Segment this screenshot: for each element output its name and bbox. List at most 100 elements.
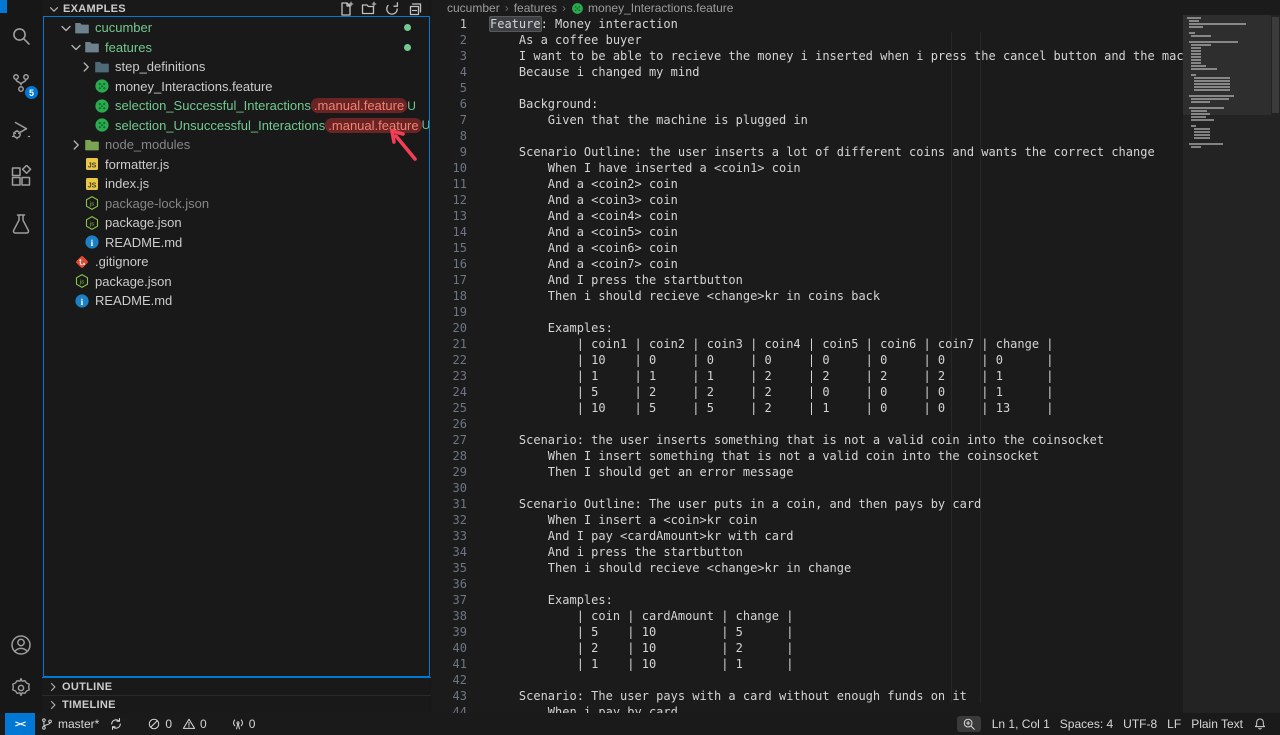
line-number[interactable]: 18 [431, 288, 477, 304]
tree-item-index-js[interactable]: JSindex.js [44, 174, 429, 194]
line-number[interactable]: 21 [431, 336, 477, 352]
encoding[interactable]: UTF-8 [1118, 713, 1162, 735]
code-line[interactable]: 26 [431, 416, 1183, 432]
code-line[interactable]: 42 [431, 672, 1183, 688]
tree-item--gitignore[interactable]: .gitignore [44, 252, 429, 272]
line-number[interactable]: 41 [431, 656, 477, 672]
screen-zoom[interactable] [957, 716, 981, 732]
line-number[interactable]: 17 [431, 272, 477, 288]
new-folder-icon[interactable] [361, 1, 377, 17]
code-line[interactable]: 20 Examples: [431, 320, 1183, 336]
tree-item-formatter-js[interactable]: JSformatter.js [44, 155, 429, 175]
line-number[interactable]: 22 [431, 352, 477, 368]
code-line[interactable]: 6 Background: [431, 96, 1183, 112]
tree-item-package-lock-json[interactable]: jspackage-lock.json [44, 194, 429, 214]
code-line[interactable]: 21 | coin1 | coin2 | coin3 | coin4 | coi… [431, 336, 1183, 352]
code-line[interactable]: 17 And I press the startbutton [431, 272, 1183, 288]
tree-item-package-json[interactable]: jspackage.json [44, 213, 429, 233]
indentation[interactable]: Spaces: 4 [1055, 713, 1118, 735]
code-line[interactable]: 35 Then i should recieve <change>kr in c… [431, 560, 1183, 576]
code-line[interactable]: 4 Because i changed my mind [431, 64, 1183, 80]
collapse-all-icon[interactable] [407, 1, 423, 17]
accounts-icon[interactable] [5, 629, 37, 661]
remote-indicator[interactable]: >< [5, 713, 35, 735]
line-number[interactable]: 6 [431, 96, 477, 112]
explorer-active-indicator[interactable] [0, 0, 7, 13]
line-number[interactable]: 7 [431, 112, 477, 128]
code-line[interactable]: 9 Scenario Outline: the user inserts a l… [431, 144, 1183, 160]
line-number[interactable]: 26 [431, 416, 477, 432]
line-number[interactable]: 39 [431, 624, 477, 640]
refresh-icon[interactable] [384, 1, 400, 17]
code-line[interactable]: 7 Given that the machine is plugged in [431, 112, 1183, 128]
tree-item-selection-successful-interactions[interactable]: selection_Successful_Interactions.manual… [44, 96, 429, 116]
tree-item-money-interactions-feature[interactable]: money_Interactions.feature [44, 77, 429, 97]
code-line[interactable]: 22 | 10 | 0 | 0 | 0 | 0 | 0 | 0 | 0 | [431, 352, 1183, 368]
line-number[interactable]: 29 [431, 464, 477, 480]
code-line[interactable]: 5 [431, 80, 1183, 96]
line-number[interactable]: 30 [431, 480, 477, 496]
line-number[interactable]: 2 [431, 32, 477, 48]
code-line[interactable]: 36 [431, 576, 1183, 592]
cursor-position[interactable]: Ln 1, Col 1 [987, 713, 1055, 735]
code-line[interactable]: 37 Examples: [431, 592, 1183, 608]
code-line[interactable]: 15 And a <coin6> coin [431, 240, 1183, 256]
run-debug-icon[interactable] [5, 114, 37, 146]
line-number[interactable]: 3 [431, 48, 477, 64]
code-line[interactable]: 41 | 1 | 10 | 1 | [431, 656, 1183, 672]
line-number[interactable]: 23 [431, 368, 477, 384]
warnings-count[interactable]: 0 [177, 713, 212, 735]
scrollbar-thumb[interactable] [1272, 17, 1279, 113]
code-line[interactable]: 11 And a <coin2> coin [431, 176, 1183, 192]
code-line[interactable]: 12 And a <coin3> coin [431, 192, 1183, 208]
code-line[interactable]: 23 | 1 | 1 | 1 | 2 | 2 | 2 | 2 | 1 | [431, 368, 1183, 384]
line-number[interactable]: 8 [431, 128, 477, 144]
minimap[interactable] [1183, 15, 1280, 713]
line-number[interactable]: 43 [431, 688, 477, 704]
code-line[interactable]: 25 | 10 | 5 | 5 | 2 | 1 | 0 | 0 | 13 | [431, 400, 1183, 416]
line-number[interactable]: 5 [431, 80, 477, 96]
line-number[interactable]: 12 [431, 192, 477, 208]
line-number[interactable]: 11 [431, 176, 477, 192]
new-file-icon[interactable] [338, 1, 354, 17]
line-number[interactable]: 10 [431, 160, 477, 176]
code-line[interactable]: 38 | coin | cardAmount | change | [431, 608, 1183, 624]
testing-icon[interactable] [5, 208, 37, 240]
notifications[interactable] [1248, 713, 1272, 735]
code-line[interactable]: 39 | 5 | 10 | 5 | [431, 624, 1183, 640]
code-line[interactable]: 27 Scenario: the user inserts something … [431, 432, 1183, 448]
code-line[interactable]: 14 And a <coin5> coin [431, 224, 1183, 240]
code-line[interactable]: 28 When I insert something that is not a… [431, 448, 1183, 464]
code-line[interactable]: 29 Then I should get an error message [431, 464, 1183, 480]
code-line[interactable]: 31 Scenario Outline: The user puts in a … [431, 496, 1183, 512]
source-control-icon[interactable]: 5 [5, 67, 37, 99]
branch-status[interactable]: master* [35, 713, 104, 735]
line-number[interactable]: 20 [431, 320, 477, 336]
tree-item-cucumber[interactable]: cucumber [44, 18, 429, 38]
code-line[interactable]: 24 | 5 | 2 | 2 | 2 | 0 | 0 | 0 | 1 | [431, 384, 1183, 400]
ports-status[interactable]: 0 [226, 713, 261, 735]
line-number[interactable]: 37 [431, 592, 477, 608]
line-number[interactable]: 38 [431, 608, 477, 624]
line-number[interactable]: 34 [431, 544, 477, 560]
line-number[interactable]: 44 [431, 704, 477, 713]
settings-icon[interactable] [5, 672, 37, 704]
line-number[interactable]: 25 [431, 400, 477, 416]
code-line[interactable]: 34 And i press the startbutton [431, 544, 1183, 560]
code-line[interactable]: 40 | 2 | 10 | 2 | [431, 640, 1183, 656]
tree-item-step-definitions[interactable]: step_definitions [44, 57, 429, 77]
code-area[interactable]: 1Feature: Money interaction2 As a coffee… [431, 16, 1183, 713]
code-line[interactable]: 10 When I have inserted a <coin1> coin [431, 160, 1183, 176]
code-line[interactable]: 1Feature: Money interaction [431, 16, 1183, 32]
line-number[interactable]: 19 [431, 304, 477, 320]
timeline-section[interactable]: TIMELINE [42, 695, 431, 713]
line-number[interactable]: 35 [431, 560, 477, 576]
tree-item-readme-md[interactable]: iREADME.md [44, 291, 429, 311]
tree-item-features[interactable]: features [44, 38, 429, 58]
breadcrumb-item[interactable]: cucumber [447, 1, 500, 15]
code-line[interactable]: 13 And a <coin4> coin [431, 208, 1183, 224]
language-mode[interactable]: Plain Text [1186, 713, 1248, 735]
line-number[interactable]: 1 [431, 16, 477, 32]
code-line[interactable]: 18 Then i should recieve <change>kr in c… [431, 288, 1183, 304]
tree-item-selection-unsuccessful-interactions[interactable]: selection_Unsuccessful_Interactions.manu… [44, 116, 429, 136]
